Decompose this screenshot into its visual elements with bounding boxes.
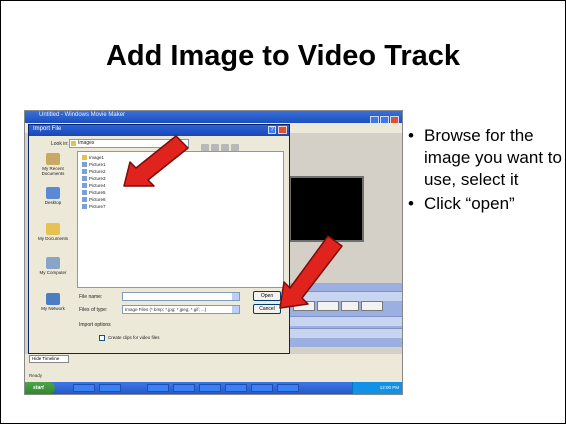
timeline-row [287,328,402,338]
taskbar-item[interactable] [199,384,221,392]
list-item[interactable]: Picture7 [82,204,106,209]
app-window-title: Untitled - Windows Movie Maker [39,112,126,118]
my-computer-icon [46,257,60,269]
bullet-item: • Browse for the image you want to use, s… [408,125,566,191]
bullet-item: • Click “open” [408,193,566,215]
list-item[interactable]: Picture1 [82,162,106,167]
chevron-down-icon[interactable] [232,306,239,313]
my-documents-icon [46,223,60,235]
bullet-text: Browse for the image you want to use, se… [424,126,562,189]
taskbar-item[interactable] [251,384,273,392]
red-arrow-to-file-list [123,135,189,187]
taskbar-item[interactable] [277,384,299,392]
bullet-marker: • [408,194,414,213]
recent-documents-icon [46,153,60,165]
network-icon [46,293,60,305]
desktop-icon [46,187,60,199]
timeline-button[interactable] [361,301,383,311]
list-item[interactable]: Picture2 [82,169,106,174]
app-bottom-panel: Hide Timeline Ready [25,354,402,382]
list-item[interactable]: Image1 [82,155,104,160]
slide-title: Add Image to Video Track [105,40,460,72]
import-options-label: Import options [79,322,111,328]
timeline-row [287,316,402,326]
place-desktop[interactable]: Desktop [33,187,73,205]
place-my-documents[interactable]: My Documents [33,223,73,241]
list-item[interactable]: Picture3 [82,176,106,181]
dialog-toolbar [201,139,245,152]
create-clips-checkbox[interactable] [99,335,105,341]
dialog-close-icon[interactable] [278,126,287,134]
red-arrow-to-open-button [279,235,343,309]
taskbar-item[interactable] [99,384,121,392]
bullet-text: Click “open” [424,194,515,213]
arrow-shape [279,235,343,309]
taskbar-item[interactable] [73,384,95,392]
taskbar-item[interactable] [147,384,169,392]
taskbar: start 12:00 PM [25,382,402,394]
file-name-label: File name: [79,294,103,300]
look-in-label: Look in: [51,141,69,147]
status-bar-text: Ready [29,373,43,378]
list-item[interactable]: Picture5 [82,190,106,195]
place-recent[interactable]: My Recent Documents [33,153,73,176]
file-type-select[interactable]: Image Files (*.bmp; *.jpg; *.jpeg; *.gif… [122,305,240,314]
system-tray-clock: 12:00 PM [352,382,402,394]
list-item[interactable]: Picture6 [82,197,106,202]
file-type-label: Files of type: [79,307,108,313]
help-button[interactable]: ? [268,126,276,134]
places-bar: My Recent Documents Desktop My Documents… [33,153,73,323]
place-my-network[interactable]: My Network [33,293,73,311]
list-item[interactable]: Picture4 [82,183,106,188]
bullet-marker: • [408,126,414,145]
taskbar-item[interactable] [225,384,247,392]
chevron-down-icon[interactable] [232,293,239,300]
file-name-field[interactable] [122,292,240,301]
app-titlebar: Untitled - Windows Movie Maker [25,111,402,125]
arrow-shape [123,135,189,187]
hide-timeline-tab[interactable]: Hide Timeline [29,355,69,363]
place-my-computer[interactable]: My Computer [33,257,73,275]
screenshot-image: Untitled - Windows Movie Maker Import Fi… [24,110,403,395]
start-button[interactable]: start [25,382,55,394]
checkbox-label: Create clips for video files [108,335,160,340]
bullet-list: • Browse for the image you want to use, s… [408,125,566,217]
dialog-title: Import File [33,126,62,132]
taskbar-item[interactable] [173,384,195,392]
